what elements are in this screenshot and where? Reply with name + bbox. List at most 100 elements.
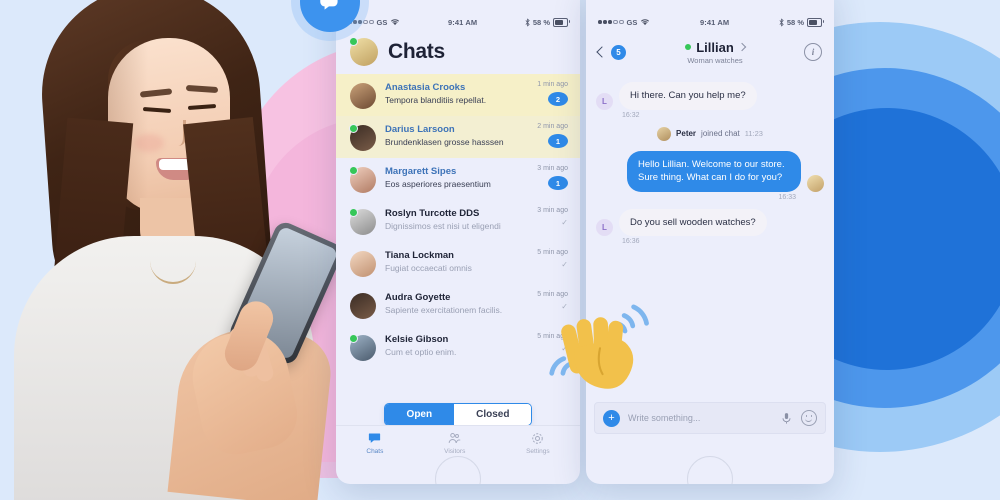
smiley-icon[interactable] bbox=[801, 410, 817, 426]
chat-list-item[interactable]: Audra Goyette Sapiente exercitationem fa… bbox=[336, 284, 580, 326]
chat-preview: Dignissimos est nisi ut eligendi bbox=[385, 221, 501, 231]
back-unread-badge: 5 bbox=[611, 44, 626, 60]
chat-preview: Tempora blanditiis repellat. bbox=[385, 95, 487, 105]
chat-preview: Brundenklasen grosse hasssen bbox=[385, 137, 504, 147]
system-timestamp: 11:23 bbox=[744, 129, 763, 138]
chat-time: 5 min ago bbox=[537, 249, 568, 256]
chat-name: Margarett Sipes bbox=[385, 166, 457, 177]
online-indicator bbox=[349, 208, 358, 217]
tab-visitors[interactable]: Visitors bbox=[444, 431, 465, 455]
message-bubble: Hello Lillian. Welcome to our store. Sur… bbox=[627, 150, 801, 192]
avatar: L bbox=[596, 92, 613, 110]
microphone-icon[interactable] bbox=[780, 412, 793, 425]
status-time: 9:41 AM bbox=[448, 17, 478, 27]
chat-list-item[interactable]: Anastasia Crooks Tempora blanditiis repe… bbox=[336, 74, 580, 116]
waving-hand-emoji bbox=[548, 300, 652, 400]
conversation-title-block[interactable]: Lillian Woman watches bbox=[634, 40, 796, 65]
signal-strength-icon bbox=[598, 19, 624, 25]
open-closed-toggle[interactable]: Open Closed bbox=[336, 403, 580, 426]
avatar bbox=[350, 293, 376, 319]
chat-name: Darius Larsoon bbox=[385, 124, 455, 135]
read-receipt-icon: ✓ bbox=[561, 218, 568, 227]
toggle-open-button[interactable]: Open bbox=[384, 404, 455, 425]
chat-list-item[interactable]: Kelsie Gibson Cum et optio enim. 5 min a… bbox=[336, 326, 580, 368]
chat-name: Kelsie Gibson bbox=[385, 334, 449, 345]
chat-time: 1 min ago bbox=[537, 81, 568, 88]
chat-name: Roslyn Turcotte DDS bbox=[385, 208, 480, 219]
avatar bbox=[350, 83, 376, 109]
back-button[interactable]: 5 bbox=[596, 44, 626, 60]
message-timestamp: 16:32 bbox=[622, 111, 640, 119]
message-composer[interactable]: + Write something... bbox=[594, 402, 826, 434]
phone-mockup-conversation: GS 9:41 AM 58 % 5 Lillian Woman watches … bbox=[586, 0, 834, 484]
tab-label: Chats bbox=[366, 448, 384, 455]
avatar bbox=[807, 174, 824, 192]
chat-time: 2 min ago bbox=[537, 123, 568, 130]
status-bar-right: GS 9:41 AM 58 % bbox=[586, 14, 834, 30]
tab-chats[interactable]: Chats bbox=[366, 431, 383, 455]
conversation-header: 5 Lillian Woman watches i bbox=[586, 30, 834, 74]
system-actor: Peter bbox=[676, 129, 697, 138]
avatar bbox=[349, 166, 376, 193]
bluetooth-icon bbox=[525, 17, 530, 27]
online-indicator bbox=[685, 44, 692, 50]
message-bubble: Do you sell wooden watches? bbox=[619, 208, 767, 236]
bluetooth-icon bbox=[779, 17, 784, 27]
system-text: joined chat bbox=[701, 129, 740, 138]
online-indicator bbox=[349, 37, 358, 46]
tab-label: Settings bbox=[526, 448, 550, 455]
bottom-tab-bar[interactable]: Chats Visitors Settings bbox=[336, 425, 580, 460]
list-fade bbox=[336, 376, 580, 402]
chat-name: Anastasia Crooks bbox=[385, 82, 466, 93]
toggle-closed-button[interactable]: Closed bbox=[454, 404, 532, 425]
chat-list-item[interactable]: Margarett Sipes Eos asperiores praesenti… bbox=[336, 158, 580, 200]
home-button[interactable] bbox=[687, 456, 733, 484]
message-timestamp: 16:33 bbox=[778, 193, 796, 201]
chat-name: Audra Goyette bbox=[385, 292, 451, 303]
chevron-right-icon bbox=[737, 42, 747, 52]
phone-mockup-chats: GS 9:41 AM 58 % Chats Anastasia Crooks T… bbox=[336, 0, 580, 484]
plus-icon[interactable]: + bbox=[603, 409, 620, 427]
message-bubble: Hi there. Can you help me? bbox=[619, 82, 757, 110]
chat-list[interactable]: Anastasia Crooks Tempora blanditiis repe… bbox=[336, 74, 580, 368]
wifi-icon bbox=[391, 19, 400, 26]
unread-badge: 1 bbox=[548, 176, 568, 190]
avatar bbox=[657, 126, 672, 141]
read-receipt-icon: ✓ bbox=[561, 260, 568, 269]
chat-list-item[interactable]: Tiana Lockman Fugiat occaecati omnis 5 m… bbox=[336, 242, 580, 284]
online-indicator bbox=[349, 124, 358, 133]
message-incoming: L Do you sell wooden watches? bbox=[596, 208, 824, 236]
message-outgoing: Hello Lillian. Welcome to our store. Sur… bbox=[596, 150, 824, 192]
unread-badge: 1 bbox=[548, 134, 568, 148]
hero-photo bbox=[0, 0, 352, 500]
contact-name: Lillian bbox=[696, 39, 734, 55]
visitors-icon bbox=[448, 433, 461, 443]
chat-list-item[interactable]: Darius Larsoon Brundenklasen grosse hass… bbox=[336, 116, 580, 158]
carrier-label: GS bbox=[626, 17, 638, 27]
tab-settings[interactable]: Settings bbox=[526, 431, 550, 455]
message-input[interactable]: Write something... bbox=[628, 413, 772, 423]
info-icon[interactable]: i bbox=[804, 43, 822, 61]
avatar[interactable] bbox=[349, 37, 378, 66]
phone-notch-bar: GS 9:41 AM 58 % bbox=[586, 0, 834, 30]
avatar: L bbox=[596, 219, 613, 236]
chevron-left-icon bbox=[596, 46, 608, 58]
online-indicator bbox=[349, 166, 358, 175]
chats-header: Chats bbox=[336, 30, 580, 74]
status-bar-left: GS 9:41 AM 58 % bbox=[336, 14, 580, 30]
gear-icon bbox=[532, 433, 544, 444]
home-button[interactable] bbox=[435, 456, 481, 484]
unread-badge: 2 bbox=[548, 92, 568, 106]
contact-subtitle: Woman watches bbox=[687, 55, 743, 65]
cheek-blush bbox=[134, 134, 164, 152]
chat-time: 3 min ago bbox=[537, 207, 568, 214]
message-timestamp: 16:36 bbox=[622, 238, 640, 245]
chat-time: 5 min ago bbox=[537, 291, 568, 298]
chat-preview: Cum et optio enim. bbox=[385, 347, 457, 357]
battery-percent: 58 % bbox=[786, 17, 804, 27]
chat-preview: Fugiat occaecati omnis bbox=[385, 263, 472, 273]
chat-list-item[interactable]: Roslyn Turcotte DDS Dignissimos est nisi… bbox=[336, 200, 580, 242]
system-message: Peter joined chat 11:23 bbox=[596, 126, 824, 141]
avatar bbox=[349, 124, 376, 151]
message-incoming: L Hi there. Can you help me? bbox=[596, 82, 824, 110]
